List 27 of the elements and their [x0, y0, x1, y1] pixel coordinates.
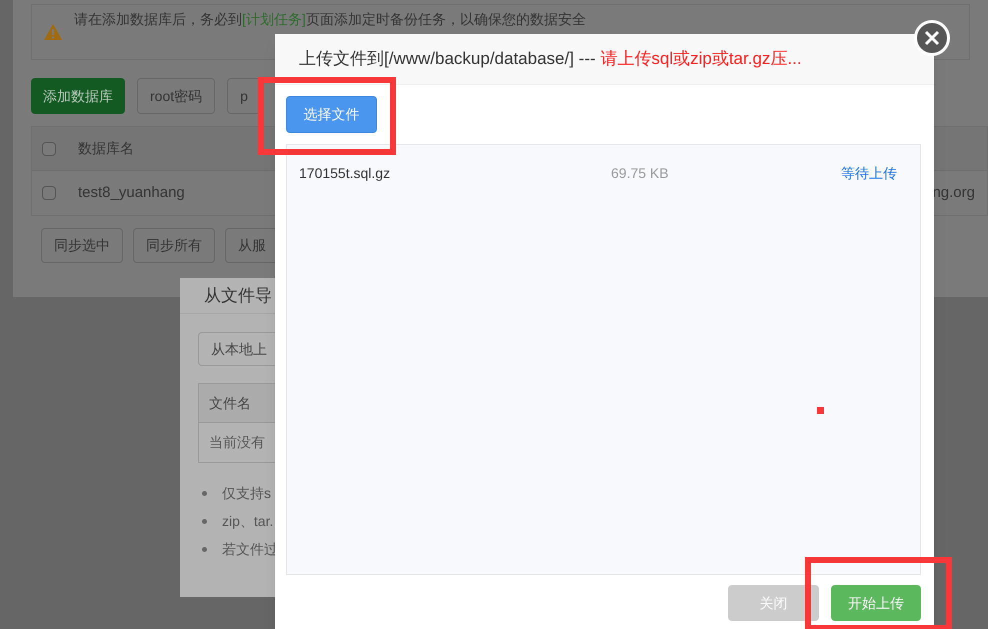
checkbox[interactable]: [42, 142, 56, 156]
table-cell-text: ng.org: [932, 182, 975, 203]
toolbar-button[interactable]: p: [227, 78, 261, 114]
file-name: 170155t.sql.gz: [299, 164, 392, 183]
note-text: 仅支持s: [222, 484, 271, 503]
checkbox[interactable]: [42, 186, 56, 200]
bullet-icon: [202, 519, 207, 524]
dialog-title: 从文件导: [204, 284, 272, 307]
note-text: zip、tar.: [222, 512, 274, 531]
choose-file-button[interactable]: 选择文件: [286, 96, 377, 133]
close-icon: [924, 30, 940, 46]
action-button[interactable]: 同步所有: [133, 228, 215, 263]
bullet-icon: [202, 491, 207, 496]
notice-text: 请在添加数据库后，务必到[计划任务]页面添加定时备份任务，以确保您的数据安全: [74, 10, 586, 29]
toolbar-button[interactable]: root密码: [137, 78, 216, 114]
table-cell-text: test8_yuanhang: [78, 182, 185, 203]
bullet-icon: [202, 547, 207, 552]
warning-icon: [44, 24, 62, 40]
dialog-button[interactable]: 开始上传: [831, 585, 921, 621]
column-header: 文件名: [209, 394, 251, 412]
dialog-title: 上传文件到[/www/backup/database/] --- 请上传sql或zip或tar.gz压...: [299, 48, 802, 70]
toolbar-button[interactable]: 添加数据库: [31, 78, 125, 114]
upload-status: 等待上传: [841, 164, 897, 182]
file-size: 69.75 KB: [611, 164, 670, 182]
column-header: 数据库名: [78, 139, 134, 158]
action-button[interactable]: 同步选中: [41, 228, 123, 263]
empty-message: 当前没有: [209, 433, 265, 452]
